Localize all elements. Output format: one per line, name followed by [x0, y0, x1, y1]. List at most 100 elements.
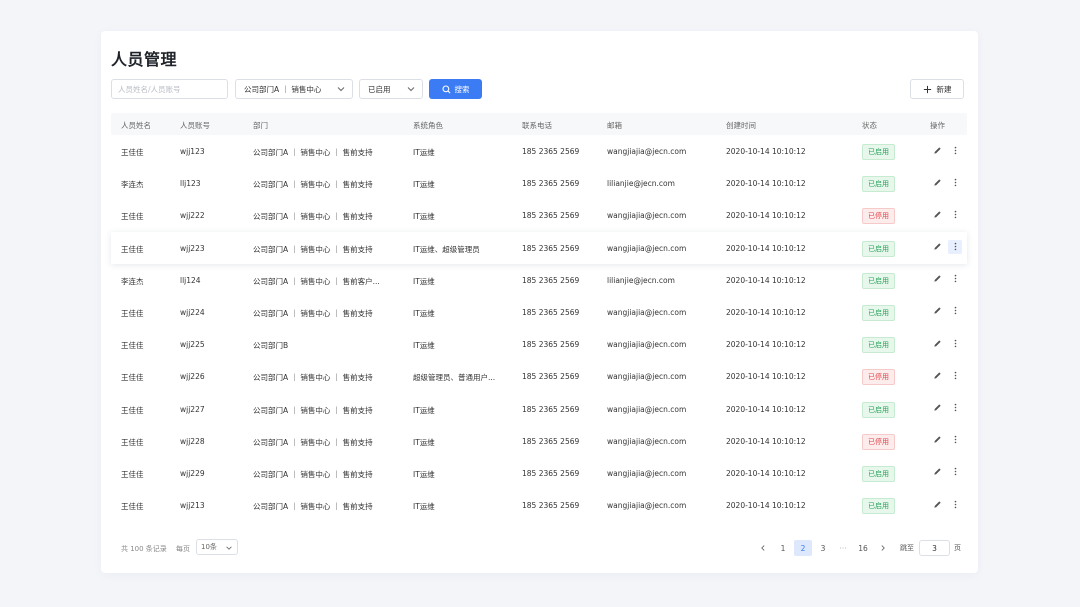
cell-role: IT运维: [413, 405, 435, 415]
cell-email: wangjiajia@jecn.com: [607, 501, 687, 511]
goto-page-input[interactable]: [919, 540, 950, 556]
search-button-label: 搜索: [454, 84, 470, 94]
more-vertical-icon: [954, 435, 956, 444]
cell-phone: 185 2365 2569: [522, 243, 580, 253]
more-button[interactable]: [948, 401, 962, 415]
table-row[interactable]: 王佳佳 wjj224 公司部门A ｜ 销售中心 ｜ 售前支持 IT运维 185 2365…: [111, 296, 967, 328]
more-button[interactable]: [948, 239, 962, 254]
edit-button[interactable]: [930, 240, 944, 254]
more-button[interactable]: [948, 304, 962, 318]
table-row[interactable]: 王佳佳 wjj227 公司部门A ｜ 销售中心 ｜ 售前支持 IT运维 185 2365…: [111, 393, 967, 425]
cell-email: lilianjie@jecn.com: [607, 275, 675, 285]
cell-email: wangjiajia@jecn.com: [607, 436, 687, 446]
table-row[interactable]: 王佳佳 wjj213 公司部门A ｜ 销售中心 ｜ 售前支持 IT运维 185 2365…: [111, 489, 967, 521]
more-button[interactable]: [948, 433, 962, 447]
user-table: 人员姓名 人员账号 部门 系统角色 联系电话 邮箱 创建时间 状态 操作 王佳佳…: [111, 113, 967, 521]
cell-role: IT运维: [413, 212, 435, 222]
pencil-icon: [933, 372, 941, 379]
more-button[interactable]: [948, 272, 962, 286]
table-row[interactable]: 王佳佳 wjj123 公司部门A ｜ 销售中心 ｜ 售前支持 IT运维 185 2365…: [111, 135, 967, 167]
cell-email: wangjiajia@jecn.com: [607, 372, 687, 382]
row-actions: [930, 465, 962, 479]
row-actions: [930, 239, 962, 254]
table-row[interactable]: 王佳佳 wjj228 公司部门A ｜ 销售中心 ｜ 售前支持 IT运维 185 2365…: [111, 425, 967, 457]
cell-account: wjj123: [180, 147, 205, 156]
edit-button[interactable]: [930, 497, 944, 511]
cell-name: 王佳佳: [121, 244, 144, 254]
per-page-select[interactable]: 10条: [196, 539, 238, 555]
status-badge: 已启用: [862, 176, 895, 193]
pencil-icon: [933, 211, 941, 218]
more-button[interactable]: [948, 497, 962, 511]
table-row[interactable]: 王佳佳 wjj229 公司部门A ｜ 销售中心 ｜ 售前支持 IT运维 185 2365…: [111, 457, 967, 489]
cell-name: 王佳佳: [121, 373, 144, 383]
next-page-button[interactable]: [874, 540, 892, 556]
table-row[interactable]: 李连杰 llj123 公司部门A ｜ 销售中心 ｜ 售前支持 IT运维 185 2365…: [111, 167, 967, 199]
header-dept: 部门: [253, 121, 268, 130]
edit-button[interactable]: [930, 272, 944, 286]
cell-dept: 公司部门A ｜ 销售中心 ｜ 售前支持: [253, 212, 373, 222]
cell-created: 2020-10-14 10:10:12: [726, 275, 806, 285]
cell-account: wjj227: [180, 404, 205, 414]
status-badge: 已启用: [862, 337, 895, 354]
prev-page-button[interactable]: [754, 540, 772, 556]
filter-toolbar: 公司部门A ｜ 销售中心 已启用 搜索 新建: [101, 79, 978, 101]
new-button[interactable]: 新建: [910, 79, 964, 99]
chevron-down-icon: [337, 87, 345, 92]
more-button[interactable]: [948, 465, 962, 479]
edit-button[interactable]: [930, 433, 944, 447]
new-button-label: 新建: [936, 84, 952, 94]
cell-dept: 公司部门A ｜ 销售中心 ｜ 售前支持: [253, 405, 373, 415]
table-row[interactable]: 王佳佳 wjj226 公司部门A ｜ 销售中心 ｜ 售前支持 超级管理员、普通用户..…: [111, 360, 967, 392]
edit-button[interactable]: [930, 336, 944, 350]
more-button[interactable]: [948, 368, 962, 382]
cell-name: 王佳佳: [121, 148, 144, 157]
cell-role: IT运维: [413, 341, 435, 351]
header-account: 人员账号: [180, 121, 210, 130]
header-email: 邮箱: [607, 121, 622, 130]
pencil-icon: [933, 146, 941, 154]
search-input[interactable]: [111, 79, 228, 99]
more-button[interactable]: [948, 207, 962, 221]
row-actions: [930, 433, 962, 447]
more-vertical-icon: [954, 371, 956, 380]
page-button[interactable]: 1: [774, 540, 792, 556]
more-button[interactable]: [948, 336, 962, 350]
cell-created: 2020-10-14 10:10:12: [726, 340, 806, 350]
goto-label: 跳至: [900, 544, 914, 552]
status-select[interactable]: 已启用: [359, 79, 423, 99]
cell-created: 2020-10-14 10:10:12: [726, 501, 806, 511]
cell-role: IT运维: [413, 437, 435, 447]
pagination: 1 2 3 ··· 16 跳至 页: [754, 539, 961, 557]
table-row[interactable]: 王佳佳 wjj223 公司部门A ｜ 销售中心 ｜ 售前支持 IT运维、超级管理员 18…: [111, 231, 967, 264]
table-row[interactable]: 王佳佳 wjj222 公司部门A ｜ 销售中心 ｜ 售前支持 IT运维 185 2365…: [111, 199, 967, 231]
edit-button[interactable]: [930, 304, 944, 318]
cell-email: wangjiajia@jecn.com: [607, 468, 687, 478]
cell-phone: 185 2365 2569: [522, 468, 580, 478]
edit-button[interactable]: [930, 465, 944, 479]
department-select[interactable]: 公司部门A ｜ 销售中心: [235, 79, 353, 99]
edit-button[interactable]: [930, 175, 944, 189]
cell-name: 王佳佳: [121, 341, 144, 351]
cell-dept: 公司部门A ｜ 销售中心 ｜ 售前支持: [253, 469, 373, 479]
cell-account: wjj225: [180, 340, 205, 350]
edit-button[interactable]: [930, 143, 944, 157]
page-title: 人员管理: [111, 50, 178, 69]
page-ellipsis[interactable]: ···: [834, 540, 852, 556]
cell-account: wjj213: [180, 501, 205, 511]
cell-role: IT运维: [413, 276, 435, 286]
edit-button[interactable]: [930, 207, 944, 221]
table-header: 人员姓名 人员账号 部门 系统角色 联系电话 邮箱 创建时间 状态 操作: [111, 113, 967, 135]
table-row[interactable]: 王佳佳 wjj225 公司部门B IT运维 185 2365 2569 wangjiaji…: [111, 328, 967, 360]
page-button-current[interactable]: 2: [794, 540, 812, 556]
edit-button[interactable]: [930, 368, 944, 382]
page-button[interactable]: 3: [814, 540, 832, 556]
more-button[interactable]: [948, 143, 962, 157]
more-vertical-icon: [954, 210, 956, 219]
search-button[interactable]: 搜索: [429, 79, 482, 99]
page-button[interactable]: 16: [854, 540, 872, 556]
cell-account: wjj226: [180, 372, 205, 382]
more-button[interactable]: [948, 175, 962, 189]
table-row[interactable]: 李连杰 llj124 公司部门A ｜ 销售中心 ｜ 售前客户... IT运维 185 2…: [111, 264, 967, 296]
edit-button[interactable]: [930, 401, 944, 415]
